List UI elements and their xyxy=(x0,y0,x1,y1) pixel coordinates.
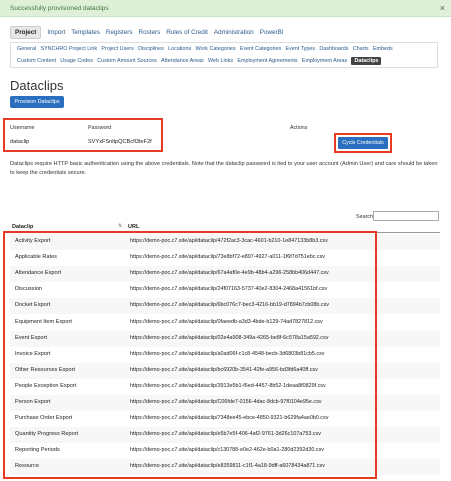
password-value: SVYxFSnltpQCBcfl3teF2f xyxy=(88,139,152,145)
subnav-item-usage-codes[interactable]: Usage Codes xyxy=(60,58,93,64)
username-header: Username xyxy=(10,125,35,131)
nav-tab-project[interactable]: Project xyxy=(10,26,42,39)
nav-tab-registers[interactable]: Registers xyxy=(106,29,133,36)
subnav-item-dataclips[interactable]: Dataclips xyxy=(351,57,382,65)
provision-dataclips-button[interactable]: Provision Dataclips xyxy=(10,96,64,108)
subnav-item-custom-content[interactable]: Custom Content xyxy=(17,58,56,64)
actions-header: Actions xyxy=(290,125,308,131)
nav-tab-rosters[interactable]: Rosters xyxy=(139,29,161,36)
nav-tab-administration[interactable]: Administration xyxy=(214,29,254,36)
search-input[interactable] xyxy=(373,211,439,221)
secondary-nav-row-1: General SYNCHRO Project Link Project Users… xyxy=(17,46,397,52)
credentials-highlight xyxy=(3,118,163,152)
nav-tab-rules-of-credit[interactable]: Rules of Credit xyxy=(166,29,208,36)
secondary-nav: General SYNCHRO Project Link Project Users… xyxy=(10,42,438,68)
alert-message: Successfully provisioned dataclips xyxy=(10,5,109,12)
username-value: dataclip xyxy=(10,139,30,145)
subnav-item-web-links[interactable]: Web Links xyxy=(208,58,233,64)
sort-icon[interactable]: ⇅ xyxy=(118,223,122,229)
nav-tab-import[interactable]: Import xyxy=(47,29,65,36)
subnav-item-event-categories[interactable]: Event Categories xyxy=(240,46,281,52)
subnav-item-custom-amount-sources[interactable]: Custom Amount Sources xyxy=(97,58,157,64)
subnav-item-attendance-areas[interactable]: Attendance Areas xyxy=(161,58,204,64)
nav-tab-templates[interactable]: Templates xyxy=(71,29,100,36)
subnav-item-charts[interactable]: Charts xyxy=(353,46,369,52)
auth-note: Dataclips require HTTP basic authenticat… xyxy=(10,161,438,176)
subnav-item-embeds[interactable]: Embeds xyxy=(373,46,393,52)
page-title: Dataclips xyxy=(10,78,64,93)
password-header: Password xyxy=(88,125,112,131)
dataclip-column-header[interactable]: Dataclip xyxy=(12,224,33,230)
secondary-nav-row-2: Custom Content Usage Codes Custom Amount S… xyxy=(17,57,386,65)
subnav-item-locations[interactable]: Locations xyxy=(168,46,191,52)
subnav-item-event-types[interactable]: Event Types xyxy=(286,46,316,52)
primary-nav: Project Import Templates Registers Rosters Ru… xyxy=(10,26,290,39)
subnav-item-general[interactable]: General xyxy=(17,46,36,52)
cycle-credentials-button[interactable]: Cycle Credentials xyxy=(338,137,388,149)
subnav-item-work-categories[interactable]: Work Categories xyxy=(196,46,236,52)
close-icon[interactable]: × xyxy=(440,0,445,17)
search-label: Search: xyxy=(356,214,375,220)
subnav-item-project-users[interactable]: Project Users xyxy=(101,46,133,52)
table-highlight xyxy=(3,231,377,479)
subnav-item-disciplines[interactable]: Disciplines xyxy=(138,46,164,52)
subnav-item-synchro-project-link[interactable]: SYNCHRO Project Link xyxy=(40,46,97,52)
subnav-item-dashboards[interactable]: Dashboards xyxy=(319,46,348,52)
success-alert: Successfully provisioned dataclips × xyxy=(0,0,451,17)
subnav-item-employment-agreements[interactable]: Employment Agreements xyxy=(237,58,297,64)
nav-tab-powerbi[interactable]: PowerBI xyxy=(260,29,284,36)
subnav-item-employment-areas[interactable]: Employment Areas xyxy=(302,58,347,64)
url-column-header[interactable]: URL xyxy=(128,224,139,230)
